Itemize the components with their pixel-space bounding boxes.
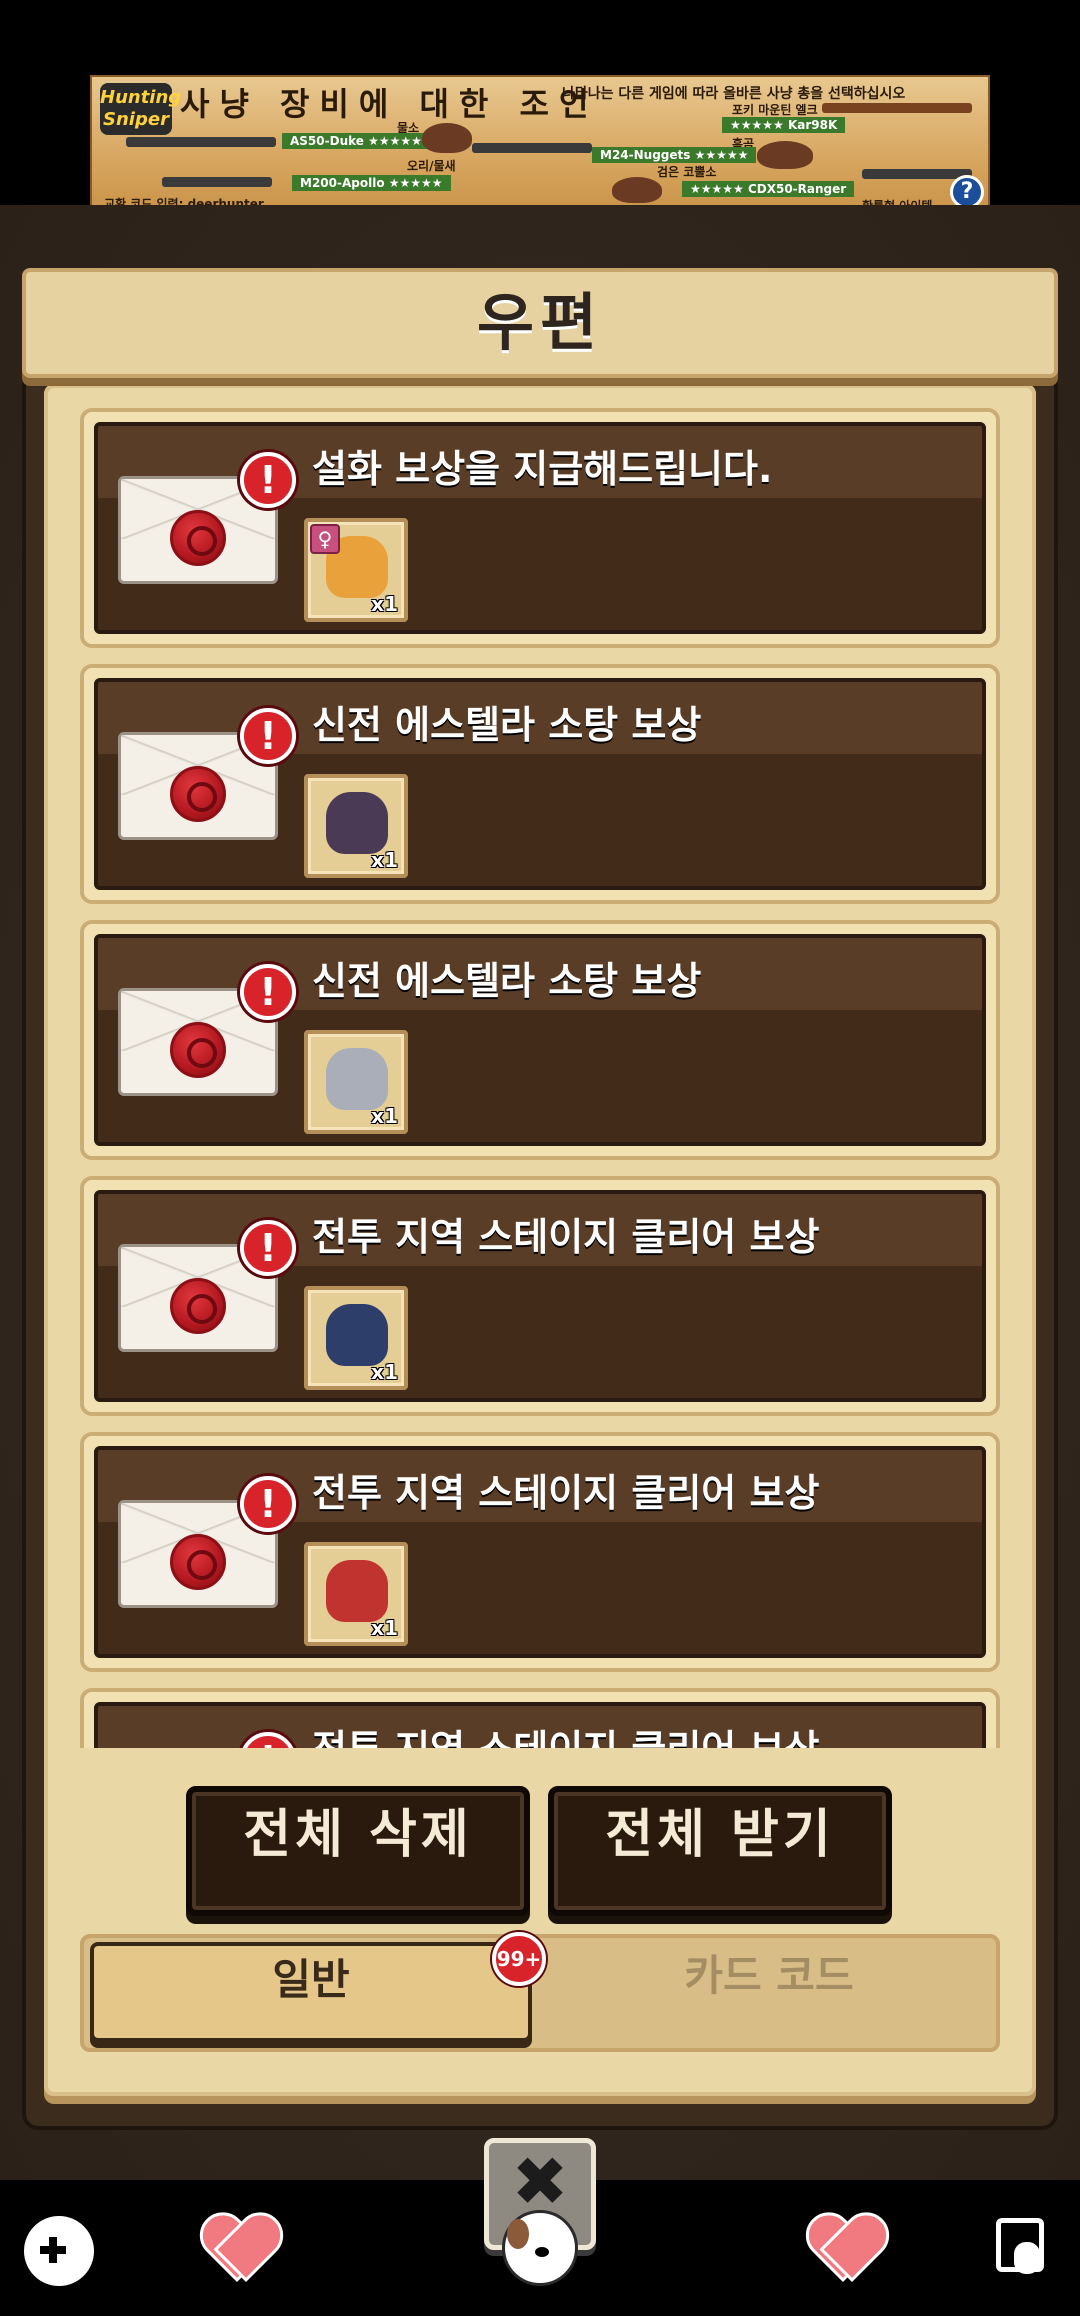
tab-general-label: 일반	[272, 1955, 350, 2004]
help-icon[interactable]: ?	[950, 175, 984, 209]
reward-slot[interactable]: ♀ x1	[304, 518, 408, 622]
ad-label: 오리/물새	[407, 159, 456, 173]
reward-item-icon	[326, 1560, 388, 1622]
mail-title: 전투 지역 스테이지 클리어 보상	[312, 1215, 820, 1259]
gamepad-icon[interactable]	[24, 2216, 94, 2286]
ad-strip: M24-Nuggets ★★★★★	[592, 147, 757, 163]
mail-title: 신전 에스텔라 소탕 보상	[312, 959, 702, 1003]
rhino-icon	[612, 177, 662, 203]
ad-strip: ★★★★★ Kar98K	[722, 117, 846, 133]
unread-count-badge: 99+	[492, 1932, 546, 1986]
ad-strip: M200-Apollo ★★★★★	[292, 175, 451, 191]
mail-item[interactable]: ! 전투 지역 스테이지 클리어 보상 x1	[80, 1432, 1000, 1672]
heart-icon[interactable]	[806, 2216, 880, 2282]
rifle-icon	[472, 143, 592, 153]
delete-all-label: 전체 삭제	[243, 1805, 473, 1865]
rifle-icon	[126, 137, 276, 147]
bear-icon	[757, 141, 813, 169]
reward-slot[interactable]: x1	[304, 774, 408, 878]
mail-title: 전투 지역 스테이지 클리어 보상	[312, 1471, 820, 1515]
mail-item[interactable]: ! 전투 지역 스테이지 클리어 보상 x1	[80, 1176, 1000, 1416]
ad-strip: ★★★★★ CDX50-Ranger	[682, 181, 855, 197]
reward-item-icon	[326, 1304, 388, 1366]
heart-icon[interactable]	[200, 2216, 274, 2282]
tab-card-code[interactable]: 카드 코드	[544, 1942, 994, 2042]
female-icon: ♀	[310, 524, 340, 554]
alert-icon: !	[240, 1220, 296, 1276]
reward-quantity: x1	[371, 848, 398, 872]
page-title: 우편	[476, 286, 604, 359]
ad-subtitle: 나타나는 다른 게임에 따라 올바른 사냥 총을 선택하십시오	[562, 86, 906, 102]
mail-item[interactable]: ! 설화 보상을 지급해드립니다. ♀ x1	[80, 408, 1000, 648]
mail-title: 전투 지역 스테이지 클리어 보상	[312, 1718, 819, 1748]
mail-item[interactable]: ! 신전 에스텔라 소탕 보상 x1	[80, 920, 1000, 1160]
reward-quantity: x1	[371, 1616, 398, 1640]
rifle-icon	[822, 103, 972, 113]
tab-card-code-label: 카드 코드	[684, 1951, 854, 2000]
mail-item[interactable]: ! 신전 에스텔라 소탕 보상 x1	[80, 664, 1000, 904]
mail-header: 우편	[22, 268, 1058, 378]
dog-icon[interactable]	[502, 2210, 578, 2286]
ad-logo: Hunting Sniper	[100, 83, 181, 135]
ad-label: 검은 코뿔소	[657, 165, 717, 179]
rifle-icon	[162, 177, 272, 187]
reward-quantity: x1	[371, 1360, 398, 1384]
ad-title: 사냥 장비에 대한 조언	[180, 85, 599, 123]
receive-all-label: 전체 받기	[605, 1805, 835, 1865]
reward-quantity: x1	[371, 592, 398, 616]
reward-slot[interactable]: x1	[304, 1542, 408, 1646]
ad-banner[interactable]: Hunting Sniper 사냥 장비에 대한 조언 나타나는 다른 게임에 …	[90, 75, 990, 215]
reward-item-icon	[326, 792, 388, 854]
alert-icon: !	[240, 452, 296, 508]
ad-label: 포키 마운틴 엘크	[732, 103, 818, 117]
tab-general[interactable]: 일반	[90, 1942, 532, 2042]
receive-all-button[interactable]: 전체 받기	[548, 1786, 892, 1916]
reward-slot[interactable]: x1	[304, 1030, 408, 1134]
reward-quantity: x1	[371, 1104, 398, 1128]
delete-all-button[interactable]: 전체 삭제	[186, 1786, 530, 1916]
reward-slot[interactable]: x1	[304, 1286, 408, 1390]
mail-item[interactable]: ! 전투 지역 스테이지 클리어 보상 x1	[80, 1688, 1000, 1748]
touch-icon[interactable]	[990, 2216, 1050, 2278]
mail-list[interactable]: ! 설화 보상을 지급해드립니다. ♀ x1 ! 신전 에스텔라 소탕 보상 x…	[80, 400, 1000, 1748]
alert-icon: !	[240, 964, 296, 1020]
alert-icon: !	[240, 1476, 296, 1532]
ad-strip: AS50-Duke ★★★★★	[282, 133, 430, 149]
alert-icon: !	[240, 708, 296, 764]
deer-icon	[422, 123, 472, 153]
rifle-icon	[862, 169, 972, 179]
mail-title: 설화 보상을 지급해드립니다.	[312, 447, 773, 491]
reward-item-icon	[326, 1048, 388, 1110]
mail-title: 신전 에스텔라 소탕 보상	[312, 703, 702, 747]
